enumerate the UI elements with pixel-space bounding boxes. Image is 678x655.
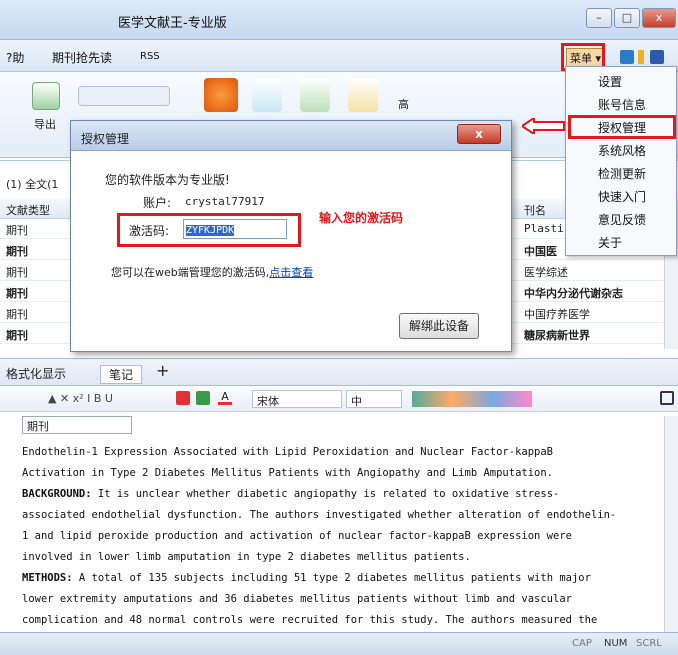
menu-item[interactable]: 系统风格 bbox=[598, 142, 646, 159]
close-button[interactable]: x bbox=[642, 8, 676, 28]
menu-rss[interactable]: RSS bbox=[140, 51, 160, 62]
row-type: 期刊 bbox=[6, 266, 28, 279]
status-bar: CAP NUM SCRL bbox=[0, 632, 678, 655]
app-icon[interactable] bbox=[620, 50, 634, 64]
cap-indicator: CAP bbox=[572, 638, 592, 649]
unbind-button[interactable]: 解绑此设备 bbox=[399, 313, 479, 339]
maximize-button[interactable]: □ bbox=[614, 8, 640, 28]
dialog-close-button[interactable]: x bbox=[457, 124, 501, 144]
activation-code-value: ZYFKJPDK bbox=[186, 225, 235, 236]
row-journal: 中华内分泌代谢杂志 bbox=[524, 287, 623, 300]
menu-help[interactable]: ?助 bbox=[6, 49, 24, 66]
version-text: 您的软件版本为专业版! bbox=[105, 173, 230, 187]
download-citation-icon[interactable] bbox=[300, 78, 330, 112]
export-icon[interactable] bbox=[32, 82, 60, 110]
size-select[interactable]: 中 bbox=[346, 390, 402, 408]
filter-label[interactable]: (1) 全文(1 bbox=[6, 176, 58, 192]
abstract-line: BACKGROUND: It is unclear whether diabet… bbox=[22, 488, 560, 500]
highlight-icon[interactable] bbox=[176, 391, 190, 405]
menu-item[interactable]: 关于 bbox=[598, 234, 622, 251]
menu-item[interactable]: 检测更新 bbox=[598, 165, 646, 182]
minimize-button[interactable]: – bbox=[586, 8, 612, 28]
manage-text-prefix: 您可以在web端管理您的激活码, bbox=[111, 266, 270, 279]
menu-journal-preview[interactable]: 期刊抢先读 bbox=[52, 49, 112, 66]
spell-icon[interactable] bbox=[196, 391, 210, 405]
menu-item[interactable]: 设置 bbox=[598, 73, 622, 90]
row-type: 期刊 bbox=[6, 308, 28, 321]
abstract-line: associated endothelial dysfunction. The … bbox=[22, 509, 617, 521]
field-select[interactable]: 期刊 bbox=[22, 416, 132, 434]
abstract-line: complication and 48 normal controls were… bbox=[22, 614, 598, 626]
row-journal: 中国疗养医学 bbox=[524, 308, 590, 321]
add-tab-button[interactable]: + bbox=[156, 361, 169, 380]
menu-item-highlight bbox=[568, 115, 676, 139]
abstract-line: 1 and lipid peroxide production and acti… bbox=[22, 530, 572, 542]
editor-scrollbar[interactable] bbox=[664, 416, 678, 632]
main-menu-popup: 设置 账号信息 授权管理 系统风格 检测更新 快速入门 意见反馈 关于 bbox=[565, 66, 677, 256]
manage-text: 您可以在web端管理您的激活码,点击查看 bbox=[111, 264, 313, 280]
insert-tools-icon[interactable] bbox=[412, 391, 532, 407]
account-value: crystal77917 bbox=[185, 195, 265, 208]
mail-tools-icon[interactable] bbox=[78, 86, 170, 106]
row-journal: 医学综述 bbox=[524, 266, 568, 279]
font-select[interactable]: 宋体 bbox=[252, 390, 342, 408]
row-journal: 糖尿病新世界 bbox=[524, 329, 590, 342]
row-type: 期刊 bbox=[6, 224, 28, 237]
license-dialog: 授权管理 x 您的软件版本为专业版! 账户: crystal77917 激活码:… bbox=[70, 120, 512, 352]
detail-tabs: 格式化显示 笔记 + bbox=[0, 358, 678, 386]
scrl-indicator: SCRL bbox=[636, 638, 662, 649]
account-label: 账户: bbox=[143, 196, 172, 210]
code-label: 激活码: bbox=[129, 224, 170, 238]
menu-item[interactable]: 快速入门 bbox=[598, 188, 646, 205]
export-label[interactable]: 导出 bbox=[34, 116, 56, 132]
abstract-line: lower extremity amputations and 36 diabe… bbox=[22, 593, 572, 605]
menu-item[interactable]: 账号信息 bbox=[598, 96, 646, 113]
ribbon-high-label[interactable]: 高 bbox=[398, 96, 409, 112]
abstract-text[interactable]: Endothelin-1 Expression Associated with … bbox=[22, 442, 662, 631]
activation-code-field[interactable]: ZYFKJPDK bbox=[183, 219, 287, 239]
code-annotation: 输入您的激活码 bbox=[319, 211, 404, 225]
expand-icon[interactable] bbox=[660, 391, 674, 405]
refresh-icon[interactable] bbox=[650, 50, 664, 64]
bookmark-icon[interactable] bbox=[638, 50, 644, 64]
abstract-line: involved in lower limb amputation in typ… bbox=[22, 551, 471, 563]
tab-format-display[interactable]: 格式化显示 bbox=[6, 365, 66, 382]
window-title: 医学文献王-专业版 bbox=[118, 16, 227, 31]
title-bar: 医学文献王-专业版 – □ x bbox=[0, 0, 678, 40]
record-editor[interactable]: 期刊 Endothelin-1 Expression Associated wi… bbox=[0, 412, 678, 632]
col-journal-header[interactable]: 刊名 bbox=[524, 202, 546, 218]
abstract-line: Activation in Type 2 Diabetes Mellitus P… bbox=[22, 467, 554, 479]
row-type: 期刊 bbox=[6, 245, 28, 258]
num-indicator: NUM bbox=[604, 638, 628, 649]
view-link[interactable]: 点击查看 bbox=[269, 266, 313, 279]
fulltext-help-icon[interactable] bbox=[204, 78, 238, 112]
row-type: 期刊 bbox=[6, 329, 28, 342]
download-fulltext-icon[interactable] bbox=[252, 78, 282, 112]
dialog-title: 授权管理 bbox=[71, 121, 511, 151]
col-type-header[interactable]: 文献类型 bbox=[6, 202, 50, 218]
format-toolbar: ▲ ✕ x² I B U A 宋体 中 bbox=[0, 386, 678, 412]
row-type: 期刊 bbox=[6, 287, 28, 300]
pointer-arrow bbox=[520, 116, 566, 136]
row-journal: 中国医 bbox=[524, 245, 557, 258]
menu-item[interactable]: 意见反馈 bbox=[598, 211, 646, 228]
abstract-line: METHODS: A total of 135 subjects includi… bbox=[22, 572, 591, 584]
font-color-icon[interactable]: A bbox=[218, 391, 232, 405]
row-journal: Plasti bbox=[524, 222, 564, 235]
abstract-line: Endothelin-1 Expression Associated with … bbox=[22, 446, 554, 458]
tab-notes[interactable]: 笔记 bbox=[100, 365, 143, 384]
insert-fulltext-icon[interactable] bbox=[348, 78, 378, 112]
